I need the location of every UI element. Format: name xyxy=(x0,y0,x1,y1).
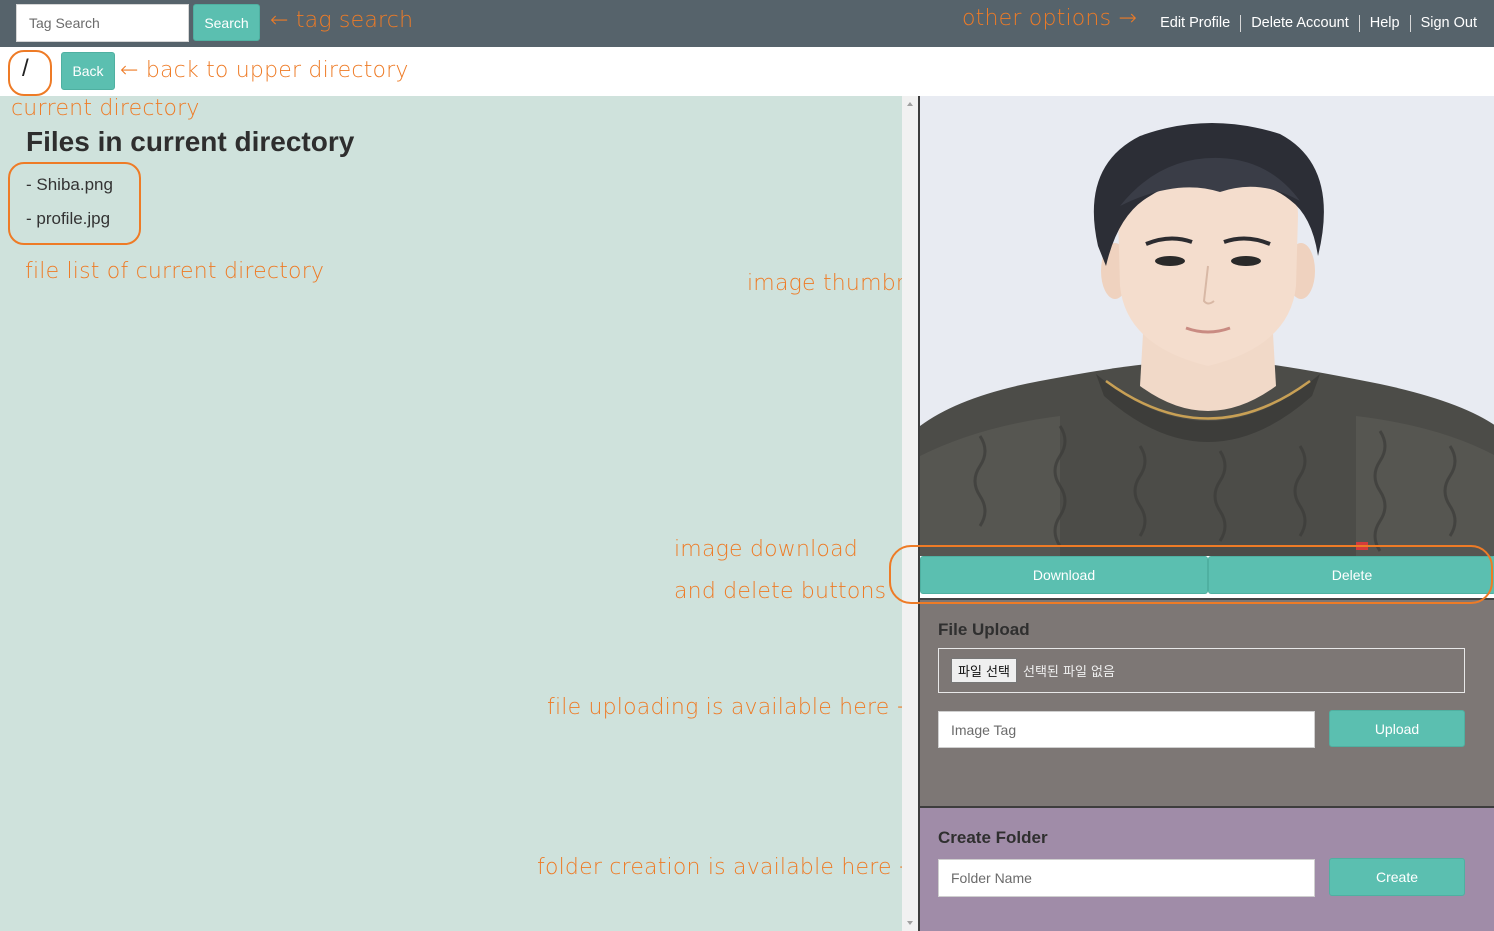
files-heading: Files in current directory xyxy=(26,126,355,157)
annotation-download-delete: image download xyxy=(674,537,858,562)
file-list-scrollbar[interactable] xyxy=(902,96,918,931)
sign-out-link[interactable]: Sign Out xyxy=(1411,14,1477,32)
file-item[interactable]: - Shiba.png xyxy=(26,175,113,195)
file-upload-section: File Upload 파일 선택 선택된 파일 없음 Image Tag Up… xyxy=(920,598,1494,806)
detail-panel: Download Delete File Upload 파일 선택 선택된 파일… xyxy=(918,96,1494,931)
tag-search-input[interactable]: Tag Search xyxy=(16,4,189,42)
image-tag-input[interactable]: Image Tag xyxy=(938,711,1315,748)
edit-profile-link[interactable]: Edit Profile xyxy=(1150,14,1240,32)
scroll-up-arrow-icon[interactable] xyxy=(907,102,913,106)
image-actions: Download Delete xyxy=(920,556,1494,598)
no-file-selected-text: 선택된 파일 없음 xyxy=(1022,665,1115,680)
scroll-down-arrow-icon[interactable] xyxy=(907,921,913,925)
create-folder-button[interactable]: Create xyxy=(1329,858,1465,896)
annotation-back: ← back to upper directory xyxy=(120,58,409,83)
back-button[interactable]: Back xyxy=(61,52,115,90)
file-item[interactable]: - profile.jpg xyxy=(26,209,110,229)
search-button[interactable]: Search xyxy=(193,4,260,41)
annotation-upload: file uploading is available here → xyxy=(547,695,916,720)
file-upload-heading: File Upload xyxy=(938,620,1030,639)
annotation-current-directory: current directory xyxy=(11,96,200,121)
upload-button[interactable]: Upload xyxy=(1329,710,1465,747)
file-picker[interactable]: 파일 선택 선택된 파일 없음 xyxy=(938,648,1465,693)
annotation-other-options: other options → xyxy=(962,6,1138,31)
help-link[interactable]: Help xyxy=(1360,14,1410,32)
create-folder-section: Create Folder Folder Name Create xyxy=(920,806,1494,931)
annotation-download-delete: and delete buttons xyxy=(674,579,887,604)
portrait-photo xyxy=(920,96,1494,556)
current-directory-path: / xyxy=(22,55,29,82)
image-thumbnail xyxy=(920,96,1494,556)
delete-button[interactable]: Delete xyxy=(1208,556,1494,594)
directory-bar: / Back ← back to upper directory xyxy=(0,47,1494,96)
file-list-panel: current directory Files in current direc… xyxy=(0,96,962,931)
annotation-tag-search: ← tag search xyxy=(270,8,414,33)
top-navigation-bar: Tag Search Search ← tag search other opt… xyxy=(0,0,1494,47)
delete-account-link[interactable]: Delete Account xyxy=(1241,14,1359,32)
account-nav: Edit Profile Delete Account Help Sign Ou… xyxy=(1150,14,1477,32)
choose-file-button[interactable]: 파일 선택 xyxy=(951,658,1017,683)
annotation-file-list: file list of current directory xyxy=(25,259,325,284)
folder-name-input[interactable]: Folder Name xyxy=(938,859,1315,897)
annotation-folder: folder creation is available here → xyxy=(537,855,918,880)
create-folder-heading: Create Folder xyxy=(938,828,1048,847)
download-button[interactable]: Download xyxy=(920,556,1208,594)
